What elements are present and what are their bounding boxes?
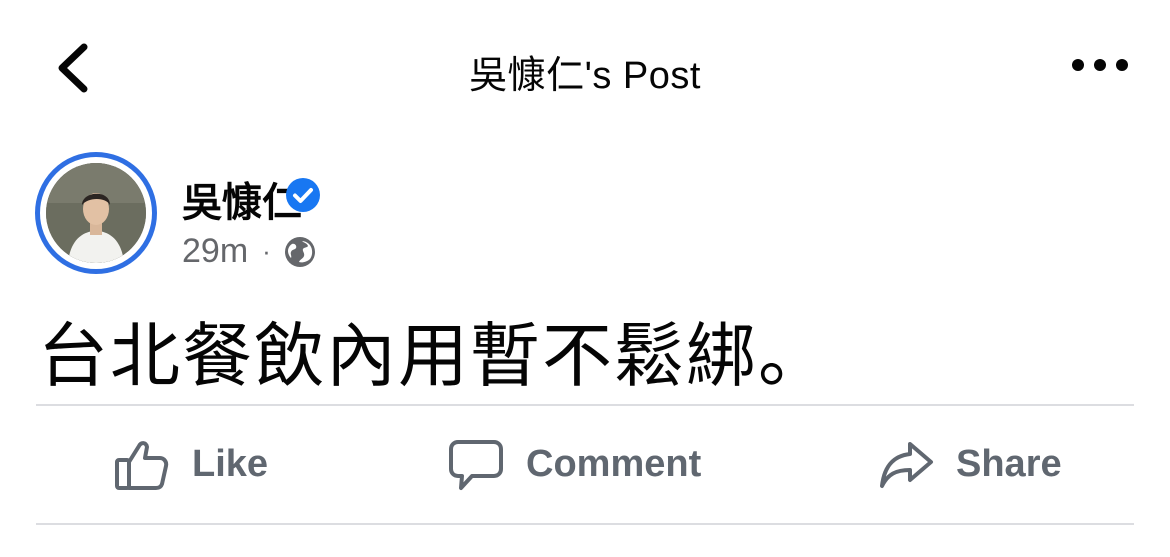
post-text: 台北餐飲內用暫不鬆綁。	[38, 315, 830, 397]
comment-icon	[449, 439, 503, 490]
verified-badge-icon	[286, 178, 320, 212]
author-name[interactable]: 吳慷仁	[182, 170, 302, 228]
profile-photo	[46, 163, 146, 263]
post-meta: 29m ·	[182, 232, 317, 271]
thumbs-up-icon	[115, 440, 169, 490]
share-arrow-icon	[880, 441, 933, 488]
like-label: Like	[192, 443, 269, 485]
avatar[interactable]	[46, 163, 146, 263]
story-ring[interactable]	[35, 152, 157, 274]
globe-icon	[284, 236, 315, 267]
divider	[36, 523, 1134, 525]
action-bar: Like Comment Share	[36, 406, 1134, 523]
like-button[interactable]: Like	[114, 406, 268, 523]
comment-button[interactable]: Comment	[448, 406, 701, 523]
top-bar: 吳慷仁's Post	[0, 0, 1170, 140]
share-button[interactable]: Share	[878, 406, 1062, 523]
share-label: Share	[956, 443, 1062, 485]
ellipsis-icon	[1072, 59, 1128, 71]
post-timestamp[interactable]: 29m	[182, 232, 248, 271]
comment-label: Comment	[526, 443, 702, 485]
page-title: 吳慷仁's Post	[469, 55, 701, 97]
more-options-button[interactable]	[1060, 40, 1140, 90]
meta-separator: ·	[262, 236, 271, 266]
